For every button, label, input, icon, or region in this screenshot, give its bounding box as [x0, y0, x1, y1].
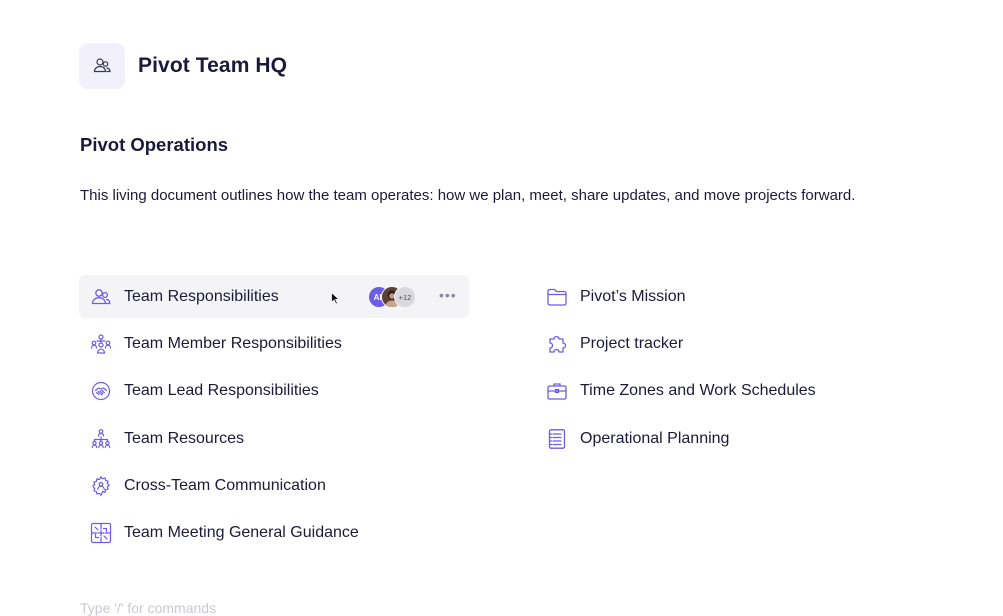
- subpage-team-meeting-general-guidance[interactable]: Team Meeting General Guidance: [79, 512, 469, 555]
- subpage-list-left: Team Responsibilities AL +12 ••• Team Me…: [79, 275, 469, 559]
- avatar-more-count: +12: [394, 286, 416, 308]
- subpage-operational-planning[interactable]: Operational Planning: [535, 417, 935, 460]
- subpage-label: Team Responsibilities: [124, 287, 279, 305]
- subpage-project-tracker[interactable]: Project tracker: [535, 322, 935, 365]
- subpage-label: Team Resources: [124, 429, 245, 447]
- subpage-label: Team Meeting General Guidance: [124, 524, 359, 542]
- notebook-icon: [546, 428, 568, 450]
- subpage-team-lead-responsibilities[interactable]: Team Lead Responsibilities: [79, 370, 469, 413]
- subpage-label: Pivot’s Mission: [580, 287, 686, 305]
- subpage-label: Operational Planning: [580, 429, 730, 447]
- gear-icon: [90, 475, 112, 497]
- section-title: Pivot Operations: [80, 134, 229, 155]
- subpage-label: Time Zones and Work Schedules: [580, 382, 816, 400]
- puzzle-icon: [546, 333, 568, 355]
- subpage-time-zones-and-work-schedules[interactable]: Time Zones and Work Schedules: [535, 370, 935, 413]
- handshake-icon: [90, 380, 112, 402]
- collaborator-avatars[interactable]: AL +12: [368, 286, 416, 308]
- command-hint-placeholder[interactable]: Type '/' for commands: [80, 600, 216, 616]
- page-title: Pivot Team HQ: [138, 54, 288, 77]
- folder-icon: [546, 286, 568, 308]
- briefcase-icon: [546, 380, 568, 402]
- subpage-cross-team-communication[interactable]: Cross-Team Communication: [79, 465, 469, 508]
- subpage-list-right: Pivot’s Mission Project tracker Time Zon…: [535, 275, 935, 465]
- subpage-team-member-responsibilities[interactable]: Team Member Responsibilities: [79, 322, 469, 365]
- subpage-team-responsibilities[interactable]: Team Responsibilities AL +12 •••: [79, 275, 469, 318]
- subpage-pivots-mission[interactable]: Pivot’s Mission: [535, 275, 935, 318]
- more-options-icon[interactable]: •••: [439, 287, 457, 303]
- subpage-label: Cross-Team Communication: [124, 477, 326, 495]
- people-icon: [90, 286, 112, 308]
- subpage-label: Team Lead Responsibilities: [124, 382, 319, 400]
- team-tree-icon: [90, 333, 112, 355]
- subpage-team-resources[interactable]: Team Resources: [79, 417, 469, 460]
- page-header: Pivot Team HQ: [79, 43, 287, 89]
- subpage-label: Project tracker: [580, 334, 684, 352]
- section-description: This living document outlines how the te…: [80, 187, 856, 204]
- people-icon[interactable]: [79, 43, 125, 89]
- flowchart-icon: [90, 522, 112, 544]
- hierarchy-icon: [90, 428, 112, 450]
- mouse-cursor-icon: [331, 291, 341, 310]
- subpage-label: Team Member Responsibilities: [124, 334, 342, 352]
